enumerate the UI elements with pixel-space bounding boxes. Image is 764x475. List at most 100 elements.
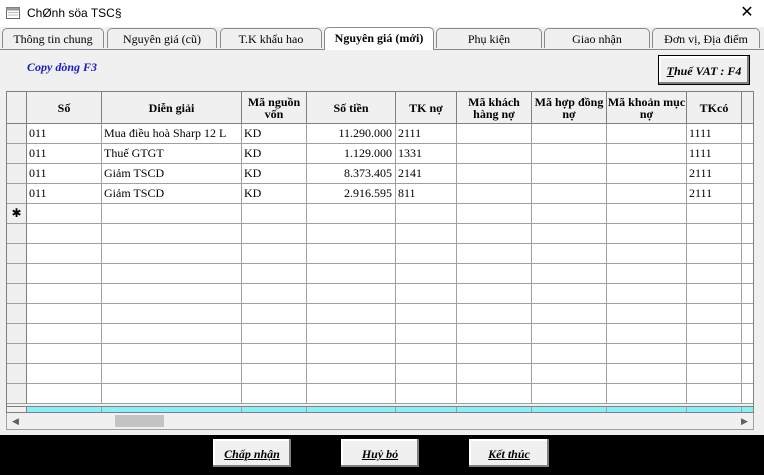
cell-debit-item[interactable] (607, 124, 687, 144)
cell-debit-customer[interactable] (457, 264, 532, 284)
cell-description[interactable]: Giảm TSCD (102, 164, 242, 184)
cell-debit-item[interactable] (607, 284, 687, 304)
cell-debit-customer[interactable] (457, 384, 532, 404)
cell-debit-contract[interactable] (532, 304, 607, 324)
cell-debit-contract[interactable] (532, 344, 607, 364)
cell-amount[interactable] (307, 364, 396, 384)
cell-debit-contract[interactable] (532, 164, 607, 184)
cell-amount[interactable]: 11.290.000 (307, 124, 396, 144)
cell-debit-account[interactable] (396, 264, 457, 284)
cell-overflow[interactable] (742, 244, 753, 264)
cell-debit-contract[interactable] (532, 364, 607, 384)
cell-credit-account[interactable]: 1111 (687, 144, 742, 164)
cell-credit-account[interactable] (687, 364, 742, 384)
row-selector[interactable] (7, 124, 27, 144)
cell-credit-account[interactable] (687, 204, 742, 224)
col-header-description[interactable]: Diễn giải (102, 92, 242, 124)
cell-debit-contract[interactable] (532, 244, 607, 264)
cell-fund-source[interactable] (242, 384, 307, 404)
row-selector[interactable] (7, 384, 27, 404)
cell-credit-account[interactable] (687, 244, 742, 264)
cell-debit-account[interactable]: 1331 (396, 144, 457, 164)
cell-credit-account[interactable]: 1111 (687, 124, 742, 144)
cell-number[interactable]: 011 (27, 184, 102, 204)
cell-debit-account[interactable] (396, 324, 457, 344)
col-header-fund-source[interactable]: Mã nguồn vốn (242, 92, 307, 124)
cell-credit-account[interactable] (687, 264, 742, 284)
row-selector[interactable] (7, 184, 27, 204)
cell-debit-customer[interactable] (457, 344, 532, 364)
cell-overflow[interactable] (742, 184, 753, 204)
cell-debit-contract[interactable] (532, 124, 607, 144)
cell-description[interactable] (102, 364, 242, 384)
cell-overflow[interactable] (742, 124, 753, 144)
cell-debit-item[interactable] (607, 384, 687, 404)
cell-credit-account[interactable] (687, 284, 742, 304)
cell-fund-source[interactable] (242, 244, 307, 264)
cell-number[interactable] (27, 324, 102, 344)
cell-amount[interactable] (307, 204, 396, 224)
cell-description[interactable] (102, 264, 242, 284)
cell-debit-account[interactable] (396, 204, 457, 224)
row-selector[interactable] (7, 284, 27, 304)
cell-overflow[interactable] (742, 144, 753, 164)
cell-number[interactable]: 011 (27, 124, 102, 144)
cell-overflow[interactable] (742, 304, 753, 324)
cell-description[interactable]: Mua điều hoà Sharp 12 L (102, 124, 242, 144)
cell-fund-source[interactable] (242, 204, 307, 224)
cell-debit-customer[interactable] (457, 204, 532, 224)
scroll-right-icon[interactable]: ▶ (736, 413, 753, 429)
cell-debit-item[interactable] (607, 244, 687, 264)
cell-debit-contract[interactable] (532, 204, 607, 224)
cell-debit-customer[interactable] (457, 284, 532, 304)
entries-grid[interactable]: Số Diễn giải Mã nguồn vốn Số tiền TK nợ … (6, 91, 754, 413)
cell-debit-customer[interactable] (457, 224, 532, 244)
cell-fund-source[interactable]: KD (242, 144, 307, 164)
tab-accessories[interactable]: Phụ kiện (436, 28, 542, 48)
cell-amount[interactable] (307, 264, 396, 284)
cell-debit-customer[interactable] (457, 144, 532, 164)
cell-amount[interactable]: 2.916.595 (307, 184, 396, 204)
cell-debit-item[interactable] (607, 224, 687, 244)
cell-fund-source[interactable] (242, 284, 307, 304)
cell-fund-source[interactable] (242, 344, 307, 364)
tab-depreciation-account[interactable]: T.K khấu hao (220, 28, 322, 48)
cell-overflow[interactable] (742, 364, 753, 384)
cell-credit-account[interactable] (687, 304, 742, 324)
cell-debit-item[interactable] (607, 324, 687, 344)
cell-amount[interactable] (307, 324, 396, 344)
cell-debit-account[interactable] (396, 384, 457, 404)
cell-number[interactable] (27, 204, 102, 224)
row-selector[interactable] (7, 164, 27, 184)
close-button[interactable]: ✕ (730, 0, 764, 27)
cell-number[interactable] (27, 224, 102, 244)
cell-debit-account[interactable] (396, 284, 457, 304)
cell-debit-contract[interactable] (532, 144, 607, 164)
cell-amount[interactable] (307, 384, 396, 404)
row-selector[interactable] (7, 244, 27, 264)
cell-number[interactable] (27, 244, 102, 264)
tab-handover[interactable]: Giao nhận (544, 28, 650, 48)
row-selector[interactable] (7, 224, 27, 244)
cell-fund-source[interactable] (242, 224, 307, 244)
cell-debit-customer[interactable] (457, 244, 532, 264)
cell-debit-item[interactable] (607, 204, 687, 224)
cell-amount[interactable] (307, 304, 396, 324)
cell-credit-account[interactable] (687, 344, 742, 364)
cell-number[interactable] (27, 284, 102, 304)
cell-debit-item[interactable] (607, 264, 687, 284)
col-header-credit-account[interactable]: TKcó (687, 92, 742, 124)
cell-description[interactable] (102, 284, 242, 304)
cell-credit-account[interactable] (687, 324, 742, 344)
col-header-debit-contract[interactable]: Mã hợp đồng nợ (532, 92, 607, 124)
cell-debit-customer[interactable] (457, 164, 532, 184)
cell-overflow[interactable] (742, 164, 753, 184)
cell-description[interactable] (102, 244, 242, 264)
cell-debit-account[interactable]: 2111 (396, 124, 457, 144)
cell-debit-account[interactable]: 2141 (396, 164, 457, 184)
cell-debit-customer[interactable] (457, 324, 532, 344)
cell-debit-contract[interactable] (532, 264, 607, 284)
cell-fund-source[interactable]: KD (242, 164, 307, 184)
tab-general-info[interactable]: Thông tin chung (2, 28, 104, 48)
row-selector[interactable] (7, 364, 27, 384)
